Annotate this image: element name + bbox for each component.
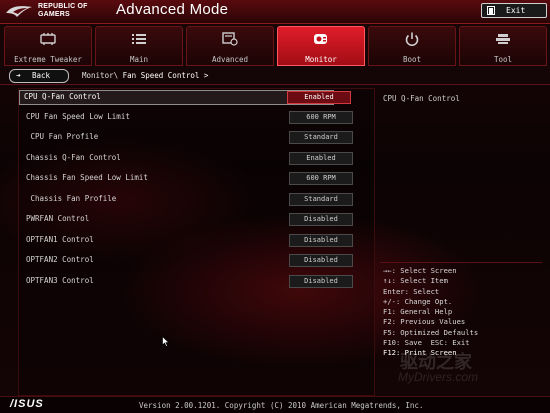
list-icon — [132, 34, 146, 44]
tab-label: Tool — [493, 55, 513, 64]
setting-row-chassis-fan-profile[interactable]: Chassis Fan Profile Standard — [22, 193, 353, 206]
tab-advanced[interactable]: Advanced — [186, 26, 274, 66]
setting-value[interactable]: Standard — [289, 193, 353, 206]
exit-button[interactable]: Exit — [481, 3, 547, 18]
mouse-cursor-icon — [162, 336, 170, 347]
key-hint: F1: General Help — [383, 307, 453, 317]
key-hint: →←: Select Screen — [383, 266, 457, 275]
tab-tool[interactable]: Tool — [459, 26, 547, 66]
key-hint: F10: Save ESC: Exit — [383, 338, 470, 348]
setting-value[interactable]: Disabled — [289, 213, 353, 226]
exit-label: Exit — [506, 6, 526, 15]
tab-label: Monitor — [305, 55, 337, 64]
tab-boot[interactable]: Boot — [368, 26, 456, 66]
power-icon — [405, 32, 419, 46]
back-arrow-icon: ➜ — [16, 71, 21, 80]
header-bar: REPUBLIC OF GAMERS Advanced Mode Exit — [0, 0, 550, 24]
back-label: Back — [32, 71, 51, 80]
help-divider — [380, 262, 542, 263]
back-button[interactable]: ➜ Back — [9, 69, 69, 83]
setting-value[interactable]: Disabled — [289, 275, 353, 288]
setting-row-cpu-qfan[interactable]: CPU Q-Fan Control Enabled — [19, 90, 351, 105]
setting-value[interactable]: Disabled — [289, 234, 353, 247]
tab-main[interactable]: Main — [95, 26, 183, 66]
setting-label: CPU Q-Fan Control — [24, 92, 101, 101]
main-tabs: Extreme Tweaker Main Advanced Monitor Bo… — [4, 26, 547, 66]
setting-label: OPTFAN1 Control — [26, 235, 94, 244]
setting-label: Chassis Fan Speed Low Limit — [26, 173, 148, 182]
breadcrumb-parent[interactable]: Monitor\ — [82, 71, 118, 80]
setting-row-optfan2[interactable]: OPTFAN2 Control Disabled — [22, 254, 353, 267]
version-text: Version 2.00.1201. Copyright (C) 2010 Am… — [139, 401, 424, 410]
rog-logo-icon — [6, 6, 32, 17]
tab-label: Boot — [402, 55, 422, 64]
watermark-url: MyDrivers.com — [398, 370, 478, 384]
setting-label: OPTFAN2 Control — [26, 255, 94, 264]
key-hint: F2: Previous Values — [383, 317, 466, 327]
asus-logo: /ISUS — [10, 398, 44, 410]
key-hint: Enter: Select — [383, 286, 440, 296]
advanced-icon — [222, 32, 238, 46]
setting-value[interactable]: 600 RPM — [289, 172, 353, 185]
key-hint: +/-: Change Opt. — [383, 296, 453, 306]
breadcrumb-current: Fan Speed Control > — [122, 71, 209, 80]
pane-divider — [374, 88, 375, 394]
exit-door-icon — [487, 6, 495, 15]
key-legend: →←: Select Screen ↑↓: Select Item Enter:… — [383, 266, 478, 359]
key-hint: F5: Optimized Defaults — [383, 327, 479, 337]
help-description: CPU Q-Fan Control — [383, 94, 460, 103]
setting-value[interactable]: 600 RPM — [289, 111, 353, 124]
setting-row-optfan3[interactable]: OPTFAN3 Control Disabled — [22, 275, 353, 288]
key-hint: ↑↓: Select Item — [383, 276, 448, 286]
tab-monitor[interactable]: Monitor — [277, 26, 365, 66]
setting-row-pwrfan[interactable]: PWRFAN Control Disabled — [22, 213, 353, 226]
brand-logo-text: REPUBLIC OF GAMERS — [38, 3, 88, 18]
breadcrumb: Monitor\ Fan Speed Control > — [82, 71, 208, 80]
setting-value[interactable]: Disabled — [289, 254, 353, 267]
setting-label: OPTFAN3 Control — [26, 276, 94, 285]
setting-row-cpu-fan-profile[interactable]: CPU Fan Profile Standard — [22, 131, 353, 144]
setting-value[interactable]: Enabled — [287, 91, 351, 104]
tab-label: Main — [129, 55, 149, 64]
setting-label: PWRFAN Control — [26, 214, 90, 223]
monitor-gauge-icon — [314, 34, 327, 44]
setting-label: CPU Fan Speed Low Limit — [26, 112, 130, 121]
tab-label: Advanced — [211, 55, 249, 64]
extreme-tweaker-icon — [40, 33, 56, 45]
page-title: Advanced Mode — [116, 1, 229, 18]
setting-value[interactable]: Enabled — [289, 152, 353, 165]
tool-icon — [496, 34, 510, 44]
tab-extreme-tweaker[interactable]: Extreme Tweaker — [4, 26, 92, 66]
setting-row-chassis-fan-low-limit[interactable]: Chassis Fan Speed Low Limit 600 RPM — [22, 172, 353, 185]
setting-row-cpu-fan-low-limit[interactable]: CPU Fan Speed Low Limit 600 RPM — [22, 111, 353, 124]
setting-label: Chassis Fan Profile — [26, 194, 117, 203]
setting-row-optfan1[interactable]: OPTFAN1 Control Disabled — [22, 234, 353, 247]
tab-label: Extreme Tweaker — [14, 55, 82, 64]
setting-value[interactable]: Standard — [289, 131, 353, 144]
setting-label: Chassis Q-Fan Control — [26, 153, 121, 162]
setting-row-chassis-qfan[interactable]: Chassis Q-Fan Control Enabled — [22, 152, 353, 165]
divider — [0, 84, 550, 85]
setting-label: CPU Fan Profile — [26, 132, 99, 141]
